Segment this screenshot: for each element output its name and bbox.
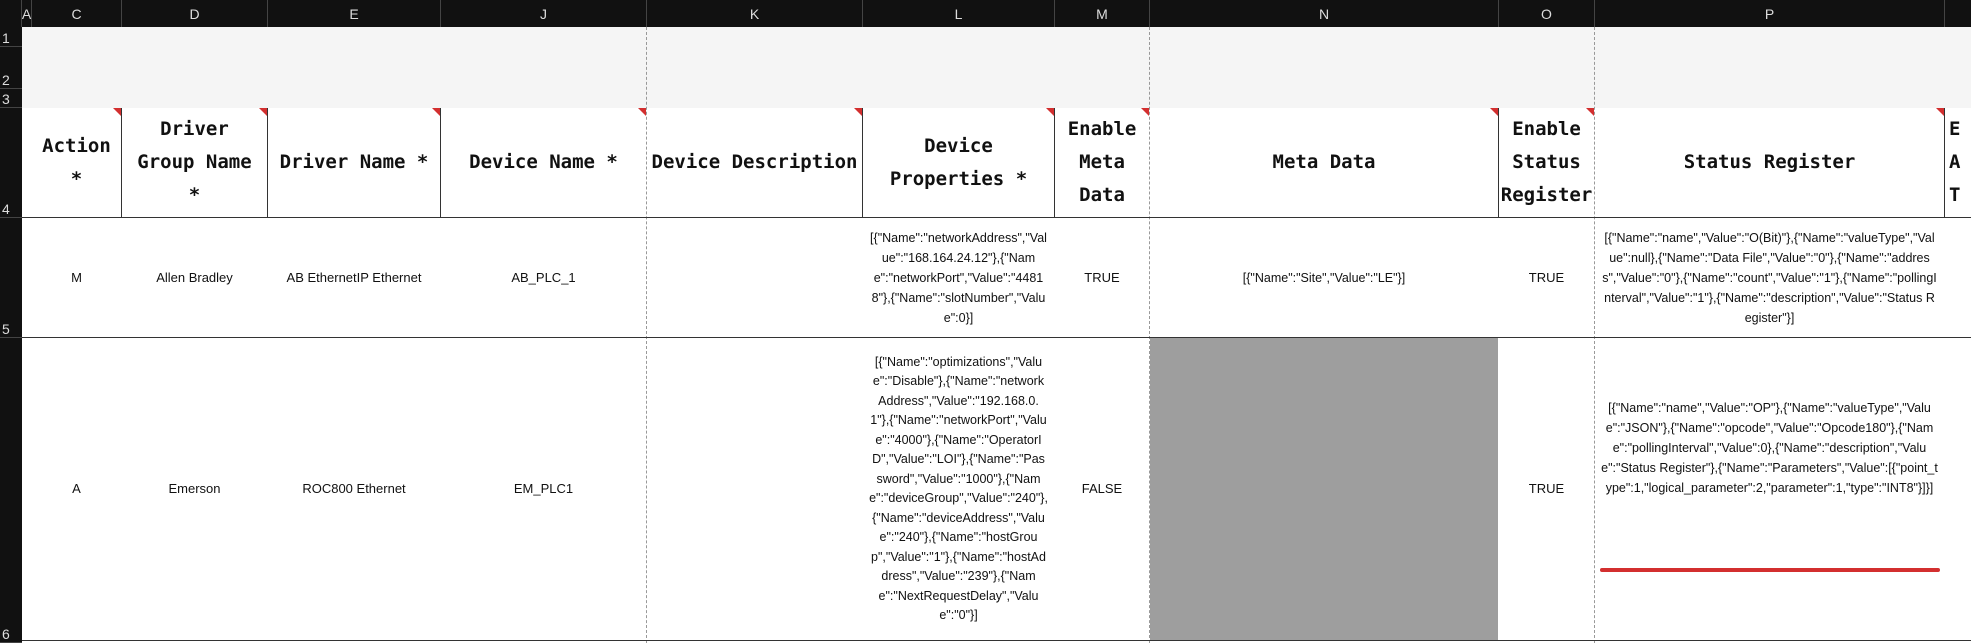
header-status-register[interactable]: Status Register — [1595, 108, 1944, 217]
col-header-o[interactable]: O — [1499, 0, 1595, 27]
comment-marker[interactable] — [432, 108, 440, 116]
cell-device-description[interactable] — [647, 218, 862, 337]
row-header-5[interactable]: 5 — [0, 218, 22, 338]
header-label: Enable Meta Data — [1067, 118, 1137, 206]
header-label: Driver Group Name * — [137, 118, 252, 206]
comment-marker[interactable] — [1490, 108, 1498, 116]
row-divider — [22, 640, 1971, 641]
header-device-properties[interactable]: Device Properties * — [863, 108, 1054, 217]
col-header-n[interactable]: N — [1150, 0, 1499, 27]
col-header-c[interactable]: C — [32, 0, 122, 27]
cell-driver-name[interactable]: AB EthernetIP Ethernet — [268, 218, 440, 337]
cell-action[interactable]: M — [32, 218, 121, 337]
header-enable-status-register[interactable]: Enable Status Register — [1499, 108, 1594, 217]
header-label: Driver Name * — [279, 151, 429, 173]
header-meta-data[interactable]: Meta Data — [1150, 108, 1498, 217]
cell-meta-data[interactable]: [{"Name":"Site","Value":"LE"}] — [1150, 218, 1498, 337]
header-label: Action * — [42, 134, 111, 190]
comment-marker[interactable] — [1586, 108, 1594, 116]
cell-device-name[interactable]: AB_PLC_1 — [441, 218, 646, 337]
top-spacer-band — [22, 27, 1971, 108]
comment-marker[interactable] — [854, 108, 862, 116]
col-header-d[interactable]: D — [122, 0, 268, 27]
header-partial-column[interactable]: E A T — [1945, 108, 1971, 217]
header-device-name[interactable]: Device Name * — [441, 108, 646, 217]
comment-marker[interactable] — [113, 108, 121, 116]
row-header-1[interactable]: 1 — [0, 27, 22, 47]
header-driver-group-name[interactable]: Driver Group Name * — [122, 108, 267, 217]
col-header-a[interactable]: A — [22, 0, 32, 27]
header-label: Device Properties * — [889, 134, 1028, 190]
cell-driver-group[interactable]: Allen Bradley — [122, 218, 267, 337]
header-label: T — [1949, 184, 1961, 206]
cell-device-name[interactable]: EM_PLC1 — [441, 338, 646, 640]
comment-marker[interactable] — [638, 108, 646, 116]
header-label: Status Register — [1683, 151, 1856, 173]
comment-marker[interactable] — [1936, 108, 1944, 116]
cell-status-register[interactable]: [{"Name":"name","Value":"O(Bit)"},{"Name… — [1595, 218, 1944, 337]
col-header-m[interactable]: M — [1055, 0, 1150, 27]
cell-device-properties[interactable]: [{"Name":"optimizations","Value":"Disabl… — [863, 338, 1054, 640]
cell-driver-group[interactable]: Emerson — [122, 338, 267, 640]
col-header-l[interactable]: L — [863, 0, 1055, 27]
col-header-k[interactable]: K — [647, 0, 863, 27]
cell-enable-meta[interactable]: FALSE — [1055, 338, 1149, 640]
header-device-description[interactable]: Device Description — [647, 108, 862, 217]
col-header-e[interactable]: E — [268, 0, 441, 27]
row-header-2[interactable]: 2 — [0, 47, 22, 89]
col-header-p[interactable]: P — [1595, 0, 1945, 27]
col-header-partial[interactable] — [1945, 0, 1971, 27]
error-underline — [1600, 568, 1940, 572]
row-header-3[interactable]: 3 — [0, 89, 22, 108]
cell-device-properties[interactable]: [{"Name":"networkAddress","Value":"168.1… — [863, 218, 1054, 337]
cell-enable-status[interactable]: TRUE — [1499, 218, 1594, 337]
cell-action[interactable]: A — [32, 338, 121, 640]
comment-marker[interactable] — [1046, 108, 1054, 116]
cell-driver-name[interactable]: ROC800 Ethernet — [268, 338, 440, 640]
header-enable-meta-data[interactable]: Enable Meta Data — [1055, 108, 1149, 217]
partial-header-stack: E A T — [1949, 113, 1960, 212]
header-label: Enable Status Register — [1500, 118, 1593, 206]
cell-status-register[interactable]: [{"Name":"name","Value":"OP"},{"Name":"v… — [1595, 338, 1944, 558]
col-header-j[interactable]: J — [441, 0, 647, 27]
row-header-4[interactable]: 4 — [0, 108, 22, 218]
header-label: Meta Data — [1272, 151, 1376, 173]
header-driver-name[interactable]: Driver Name * — [268, 108, 440, 217]
header-label: Device Description — [651, 151, 858, 173]
comment-marker[interactable] — [1141, 108, 1149, 116]
cell-enable-status[interactable]: TRUE — [1499, 338, 1594, 640]
header-label: E — [1949, 118, 1961, 140]
select-all-corner[interactable] — [0, 0, 22, 27]
header-label: Device Name * — [469, 151, 618, 173]
row-header-6[interactable]: 6 — [0, 338, 22, 643]
cell-device-description[interactable] — [647, 338, 862, 640]
comment-marker[interactable] — [259, 108, 267, 116]
header-label: A — [1949, 151, 1961, 173]
header-action[interactable]: Action * — [32, 108, 121, 217]
cell-meta-data-disabled[interactable] — [1150, 338, 1498, 640]
cell-enable-meta[interactable]: TRUE — [1055, 218, 1149, 337]
